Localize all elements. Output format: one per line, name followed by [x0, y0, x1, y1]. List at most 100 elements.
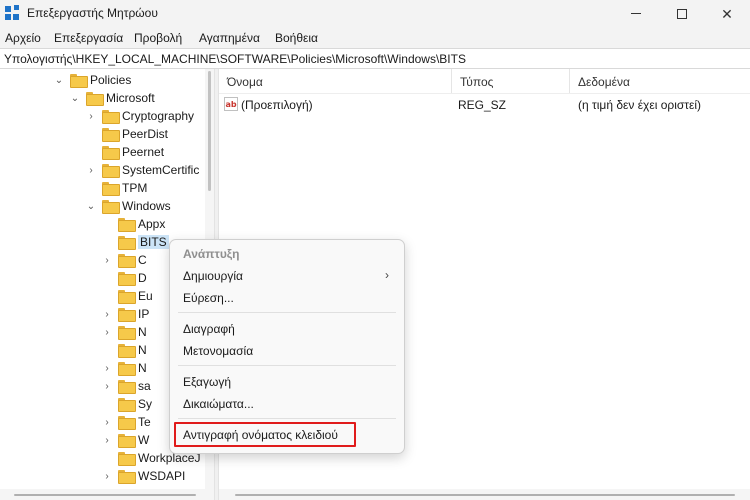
tree-item[interactable]: Eu	[102, 287, 153, 305]
chevron-right-icon[interactable]: ›	[86, 165, 96, 176]
tree-item-bits[interactable]: BITS	[102, 233, 169, 251]
menu-view[interactable]: Προβολή	[134, 31, 182, 45]
address-bar[interactable]: Υπολογιστής\HKEY_LOCAL_MACHINE\SOFTWARE\…	[0, 48, 750, 69]
folder-icon	[118, 398, 136, 412]
tree-item-tpm[interactable]: TPM	[86, 179, 147, 197]
tree-item-appx[interactable]: Appx	[102, 215, 165, 233]
chevron-right-icon[interactable]: ›	[102, 363, 112, 374]
menu-item-delete[interactable]: Διαγραφή	[171, 318, 403, 340]
menu-bar: Αρχείο Επεξεργασία Προβολή Αγαπημένα Βοή…	[0, 27, 750, 48]
tree-item-label: BITS	[138, 235, 169, 249]
chevron-right-icon[interactable]: ›	[102, 381, 112, 392]
chevron-down-icon[interactable]: ⌄	[70, 93, 80, 104]
folder-icon	[118, 290, 136, 304]
value-type: REG_SZ	[458, 98, 507, 112]
maximize-icon	[677, 8, 687, 19]
maximize-button[interactable]	[659, 0, 705, 27]
tree-item-cryptography[interactable]: › Cryptography	[86, 107, 194, 125]
tree-item-windows[interactable]: ⌄ Windows	[86, 197, 171, 215]
menu-item-rename[interactable]: Μετονομασία	[171, 340, 403, 362]
menu-item-label: Εξαγωγή	[183, 375, 232, 389]
tree-item[interactable]: › IP	[102, 305, 149, 323]
tree-item-label: TPM	[122, 181, 148, 195]
menu-item-copy-key-name[interactable]: Αντιγραφή ονόματος κλειδιού	[171, 422, 403, 447]
menu-edit[interactable]: Επεξεργασία	[54, 31, 123, 45]
menu-item-expand: Ανάπτυξη	[171, 243, 403, 265]
menu-file[interactable]: Αρχείο	[5, 31, 41, 45]
chevron-down-icon[interactable]: ⌄	[54, 75, 64, 86]
table-row[interactable]: ab (Προεπιλογή) REG_SZ (η τιμή δεν έχει …	[219, 95, 750, 115]
close-button[interactable]: ✕	[704, 0, 750, 27]
tree-horizontal-scrollbar[interactable]	[0, 489, 214, 500]
tree-item-label: D	[138, 271, 147, 285]
menu-item-label: Δημιουργία	[183, 269, 243, 283]
address-path[interactable]: Υπολογιστής\HKEY_LOCAL_MACHINE\SOFTWARE\…	[4, 52, 466, 66]
tree-item[interactable]: Sy	[102, 395, 152, 413]
folder-icon	[118, 344, 136, 358]
menu-item-label: Διαγραφή	[183, 322, 235, 336]
tree-item[interactable]: › Te	[102, 413, 151, 431]
tree-item-label: sa	[138, 379, 151, 393]
tree-item[interactable]: › C	[102, 251, 147, 269]
tree-item-label: Appx	[138, 217, 166, 231]
tree-item[interactable]: › W	[102, 431, 149, 449]
tree-item-systemcertificates[interactable]: › SystemCertific	[86, 161, 199, 179]
menu-item-new[interactable]: Δημιουργία ›	[171, 265, 403, 287]
folder-icon	[118, 470, 136, 484]
tree-item[interactable]: › N	[102, 359, 147, 377]
folder-icon	[118, 236, 136, 250]
folder-icon	[118, 362, 136, 376]
minimize-icon	[631, 13, 641, 14]
folder-icon	[118, 272, 136, 286]
column-header-data[interactable]: Δεδομένα	[570, 69, 750, 93]
menu-item-find[interactable]: Εύρεση...	[171, 287, 403, 309]
tree-item-label: Sy	[138, 397, 153, 411]
tree-item-label: C	[138, 253, 147, 267]
folder-icon	[118, 218, 136, 232]
tree-item-microsoft[interactable]: ⌄ Microsoft	[70, 89, 155, 107]
menu-item-permissions[interactable]: Δικαιώματα...	[171, 393, 403, 415]
tree-item-peerdist[interactable]: PeerDist	[86, 125, 168, 143]
minimize-button[interactable]	[613, 0, 659, 27]
tree-item[interactable]: N	[102, 341, 147, 359]
tree-item[interactable]: D	[102, 269, 147, 287]
column-header-type[interactable]: Τύπος	[452, 69, 570, 93]
menu-item-label: Ανάπτυξη	[183, 247, 240, 261]
chevron-right-icon[interactable]: ›	[102, 309, 112, 320]
chevron-right-icon[interactable]: ›	[102, 435, 112, 446]
chevron-down-icon[interactable]: ⌄	[86, 201, 96, 212]
tree-item[interactable]: › N	[102, 323, 147, 341]
menu-help[interactable]: Βοήθεια	[275, 31, 318, 45]
folder-icon	[70, 74, 88, 88]
tree-item-label: Te	[138, 415, 151, 429]
folder-icon	[102, 164, 120, 178]
folder-icon	[102, 146, 120, 160]
folder-icon	[102, 110, 120, 124]
context-menu: Ανάπτυξη Δημιουργία › Εύρεση... Διαγραφή…	[169, 239, 405, 454]
chevron-right-icon[interactable]: ›	[102, 327, 112, 338]
folder-icon	[118, 434, 136, 448]
tree-item-label: N	[138, 325, 147, 339]
tree-item-label: Peernet	[122, 145, 165, 159]
tree-item[interactable]: › sa	[102, 377, 151, 395]
tree-item-label: N	[138, 361, 147, 375]
chevron-right-icon[interactable]: ›	[102, 471, 112, 482]
menu-item-label: Μετονομασία	[183, 344, 254, 358]
menu-favorites[interactable]: Αγαπημένα	[199, 31, 260, 45]
tree-item-label: N	[138, 343, 147, 357]
column-header-name[interactable]: Όνομα	[219, 69, 452, 93]
folder-icon	[102, 128, 120, 142]
menu-item-export[interactable]: Εξαγωγή	[171, 371, 403, 393]
value-name: (Προεπιλογή)	[241, 98, 313, 112]
tree-item-label: Microsoft	[106, 91, 155, 105]
string-value-icon: ab	[224, 97, 238, 111]
chevron-right-icon[interactable]: ›	[86, 111, 96, 122]
chevron-right-icon[interactable]: ›	[102, 255, 112, 266]
folder-icon	[102, 200, 120, 214]
chevron-right-icon[interactable]: ›	[102, 417, 112, 428]
tree-item-policies[interactable]: ⌄ Policies	[54, 71, 131, 89]
tree-item-wsdapi[interactable]: › WSDAPI	[102, 467, 185, 485]
list-horizontal-scrollbar[interactable]	[219, 489, 750, 500]
tree-item-label: W	[138, 433, 150, 447]
tree-item-peernet[interactable]: Peernet	[86, 143, 164, 161]
